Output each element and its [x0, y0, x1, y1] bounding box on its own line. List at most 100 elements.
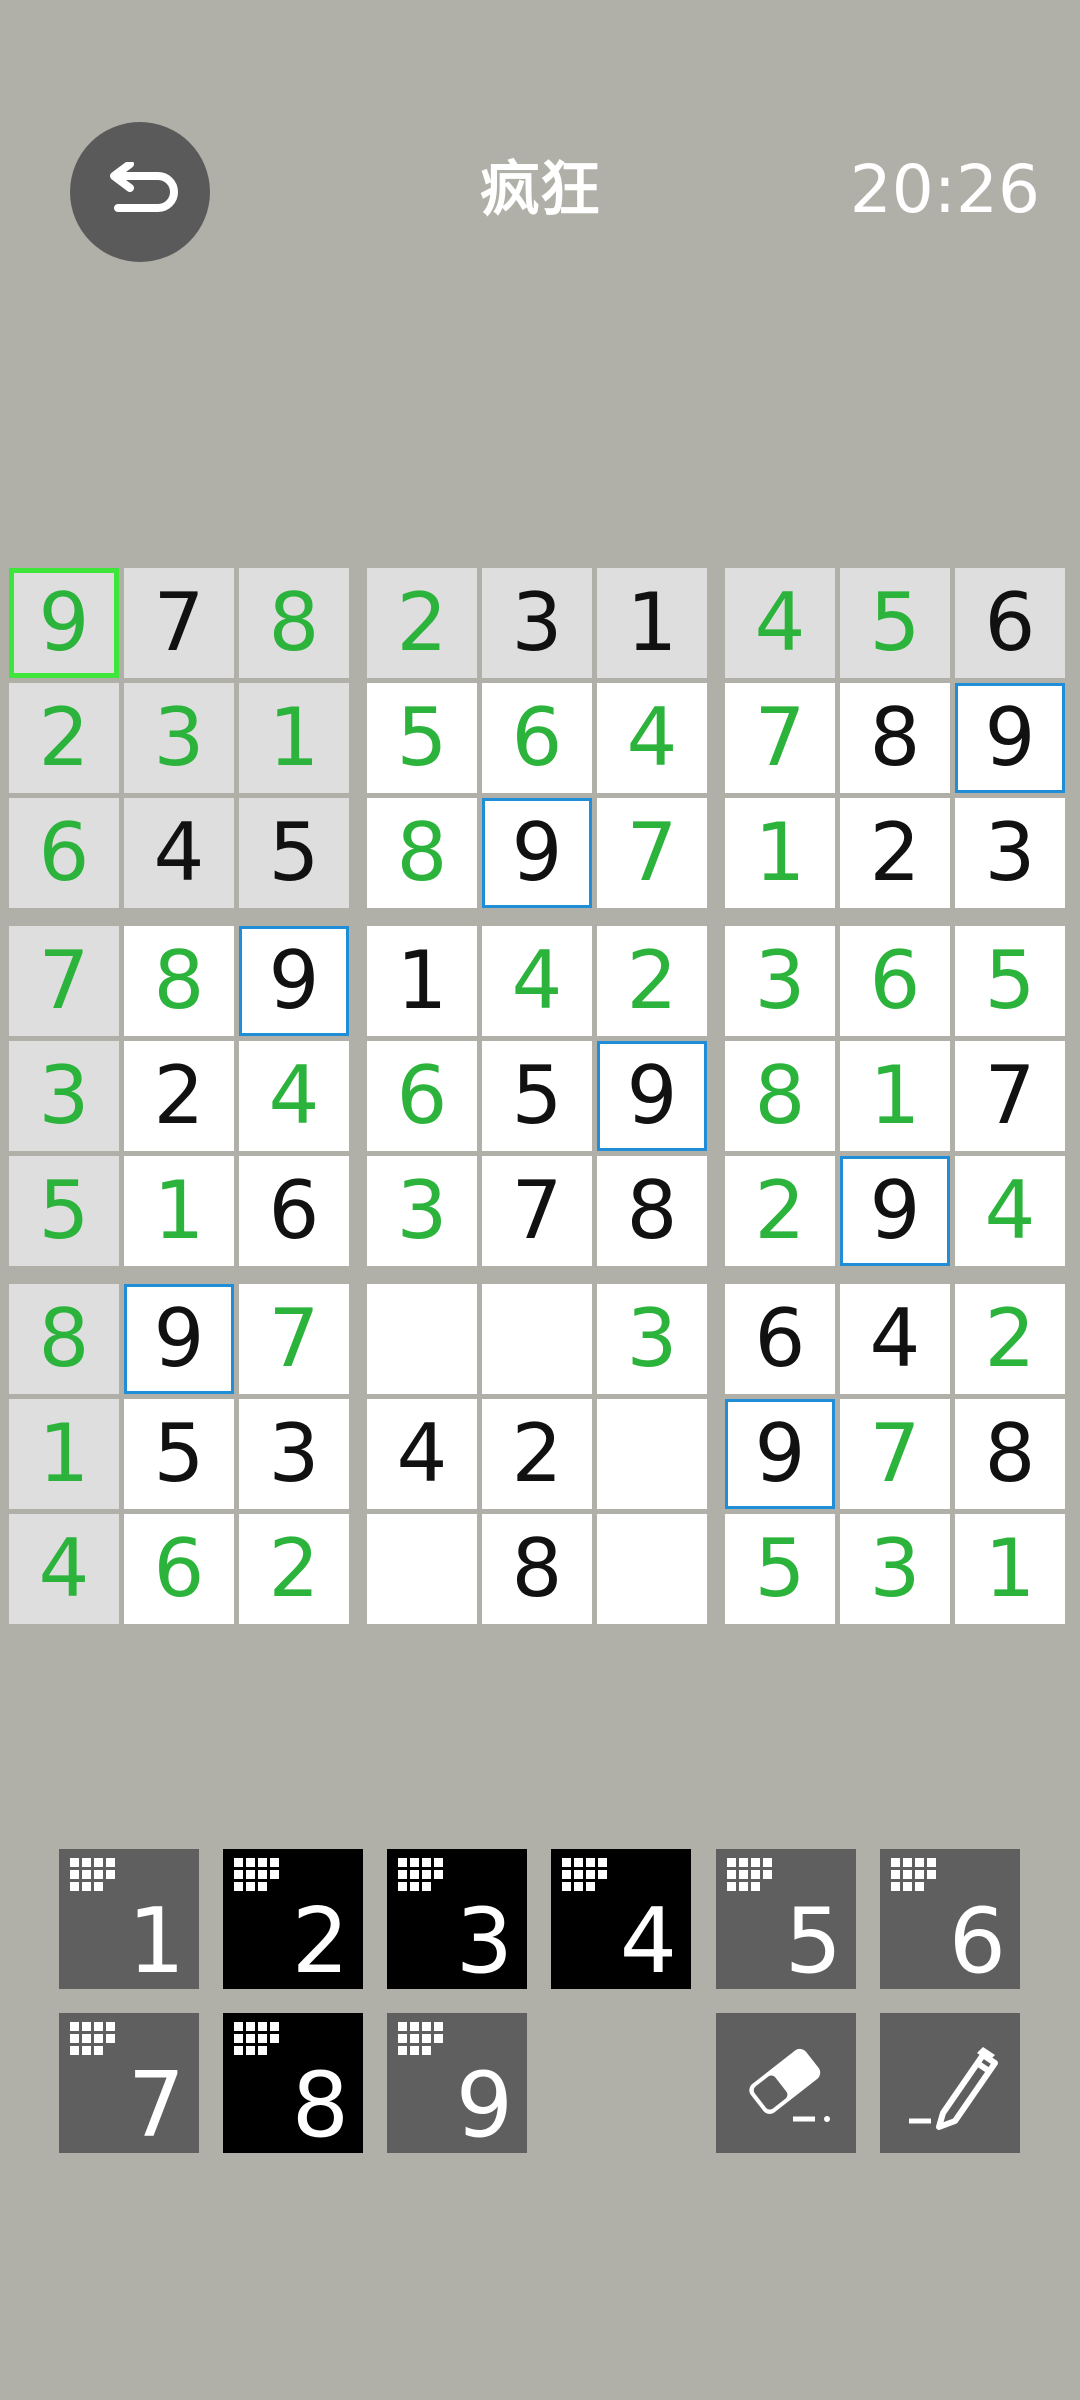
back-button[interactable]	[70, 122, 210, 262]
sudoku-cell-r2c6[interactable]: 4	[597, 683, 707, 793]
sudoku-cell-r1c9[interactable]: 6	[955, 568, 1065, 678]
sudoku-cell-r5c3[interactable]: 4	[239, 1041, 349, 1151]
sudoku-cell-r7c9[interactable]: 2	[955, 1284, 1065, 1394]
number-key-label: 4	[619, 1889, 677, 1994]
sudoku-cell-r1c8[interactable]: 5	[840, 568, 950, 678]
sudoku-cell-r8c9[interactable]: 8	[955, 1399, 1065, 1509]
sudoku-cell-r3c5[interactable]: 9	[482, 798, 592, 908]
sudoku-cell-r3c4[interactable]: 8	[367, 798, 477, 908]
eraser-button[interactable]	[716, 2013, 856, 2153]
sudoku-cell-r5c1[interactable]: 3	[9, 1041, 119, 1151]
pencil-notes-button[interactable]	[880, 2013, 1020, 2153]
sudoku-cell-r9c6[interactable]	[597, 1514, 707, 1624]
sudoku-cell-r5c2[interactable]: 2	[124, 1041, 234, 1151]
sudoku-cell-r1c7[interactable]: 4	[725, 568, 835, 678]
sudoku-cell-r8c1[interactable]: 1	[9, 1399, 119, 1509]
sudoku-cell-r9c4[interactable]	[367, 1514, 477, 1624]
sudoku-cell-r4c3[interactable]: 9	[239, 926, 349, 1036]
sudoku-cell-r6c6[interactable]: 8	[597, 1156, 707, 1266]
sudoku-cell-r7c6[interactable]: 3	[597, 1284, 707, 1394]
sudoku-cell-r7c3[interactable]: 7	[239, 1284, 349, 1394]
sudoku-cell-r5c5[interactable]: 5	[482, 1041, 592, 1151]
sudoku-cell-r4c4[interactable]: 1	[367, 926, 477, 1036]
sudoku-cell-r8c4[interactable]: 4	[367, 1399, 477, 1509]
sudoku-cell-r4c1[interactable]: 7	[9, 926, 119, 1036]
sudoku-cell-r3c1[interactable]: 6	[9, 798, 119, 908]
sudoku-cell-r9c9[interactable]: 1	[955, 1514, 1065, 1624]
sudoku-cell-r9c3[interactable]: 2	[239, 1514, 349, 1624]
sudoku-cell-r6c9[interactable]: 4	[955, 1156, 1065, 1266]
sudoku-cell-r4c9[interactable]: 5	[955, 926, 1065, 1036]
sudoku-cell-r3c3[interactable]: 5	[239, 798, 349, 908]
sudoku-cell-r2c5[interactable]: 6	[482, 683, 592, 793]
sudoku-cell-r6c1[interactable]: 5	[9, 1156, 119, 1266]
sudoku-cell-r5c9[interactable]: 7	[955, 1041, 1065, 1151]
number-key-1[interactable]: 1	[59, 1849, 199, 1989]
sudoku-cell-r3c9[interactable]: 3	[955, 798, 1065, 908]
number-key-2[interactable]: 2	[223, 1849, 363, 1989]
sudoku-cell-r2c8[interactable]: 8	[840, 683, 950, 793]
number-key-5[interactable]: 5	[716, 1849, 856, 1989]
number-key-label: 3	[455, 1889, 513, 1994]
sudoku-cell-r7c7[interactable]: 6	[725, 1284, 835, 1394]
sudoku-cell-r8c3[interactable]: 3	[239, 1399, 349, 1509]
sudoku-cell-r9c1[interactable]: 4	[9, 1514, 119, 1624]
sudoku-cell-r1c6[interactable]: 1	[597, 568, 707, 678]
sudoku-cell-r6c5[interactable]: 7	[482, 1156, 592, 1266]
sudoku-cell-r6c2[interactable]: 1	[124, 1156, 234, 1266]
sudoku-cell-r2c3[interactable]: 1	[239, 683, 349, 793]
sudoku-cell-r4c7[interactable]: 3	[725, 926, 835, 1036]
sudoku-cell-r1c1[interactable]: 9	[9, 568, 119, 678]
sudoku-cell-r9c2[interactable]: 6	[124, 1514, 234, 1624]
sudoku-cell-r4c5[interactable]: 4	[482, 926, 592, 1036]
sudoku-cell-r6c4[interactable]: 3	[367, 1156, 477, 1266]
sudoku-cell-r3c7[interactable]: 1	[725, 798, 835, 908]
sudoku-cell-r5c7[interactable]: 8	[725, 1041, 835, 1151]
sudoku-cell-r4c6[interactable]: 2	[597, 926, 707, 1036]
sudoku-cell-r9c7[interactable]: 5	[725, 1514, 835, 1624]
sudoku-cell-r7c8[interactable]: 4	[840, 1284, 950, 1394]
sudoku-cell-r7c1[interactable]: 8	[9, 1284, 119, 1394]
sudoku-cell-r2c1[interactable]: 2	[9, 683, 119, 793]
sudoku-cell-r6c3[interactable]: 6	[239, 1156, 349, 1266]
sudoku-cell-r2c7[interactable]: 7	[725, 683, 835, 793]
sudoku-cell-r5c8[interactable]: 1	[840, 1041, 950, 1151]
sudoku-board: 9782314562315647896458971237891423653246…	[9, 568, 1073, 1632]
number-key-7[interactable]: 7	[59, 2013, 199, 2153]
sudoku-cell-r7c4[interactable]	[367, 1284, 477, 1394]
undo-arrow-icon	[110, 162, 178, 212]
sudoku-cell-r6c7[interactable]: 2	[725, 1156, 835, 1266]
sudoku-cell-r8c7[interactable]: 9	[725, 1399, 835, 1509]
sudoku-cell-r8c6[interactable]	[597, 1399, 707, 1509]
sudoku-cell-r8c8[interactable]: 7	[840, 1399, 950, 1509]
sudoku-cell-r5c4[interactable]: 6	[367, 1041, 477, 1151]
sudoku-cell-r3c2[interactable]: 4	[124, 798, 234, 908]
sudoku-cell-r8c5[interactable]: 2	[482, 1399, 592, 1509]
sudoku-cell-r5c6[interactable]: 9	[597, 1041, 707, 1151]
sudoku-cell-r8c2[interactable]: 5	[124, 1399, 234, 1509]
sudoku-cell-r9c8[interactable]: 3	[840, 1514, 950, 1624]
sudoku-cell-r7c2[interactable]: 9	[124, 1284, 234, 1394]
sudoku-cell-r1c2[interactable]: 7	[124, 568, 234, 678]
number-key-6[interactable]: 6	[880, 1849, 1020, 1989]
sudoku-cell-r1c4[interactable]: 2	[367, 568, 477, 678]
game-timer: 20:26	[849, 151, 1040, 228]
number-key-3[interactable]: 3	[387, 1849, 527, 1989]
sudoku-cell-r1c5[interactable]: 3	[482, 568, 592, 678]
sudoku-cell-r2c9[interactable]: 9	[955, 683, 1065, 793]
number-key-8[interactable]: 8	[223, 2013, 363, 2153]
number-key-4[interactable]: 4	[551, 1849, 691, 1989]
notes-grid-icon	[398, 1858, 443, 1891]
sudoku-cell-r4c2[interactable]: 8	[124, 926, 234, 1036]
sudoku-cell-r3c8[interactable]: 2	[840, 798, 950, 908]
sudoku-cell-r2c2[interactable]: 3	[124, 683, 234, 793]
sudoku-cell-r2c4[interactable]: 5	[367, 683, 477, 793]
sudoku-cell-r1c3[interactable]: 8	[239, 568, 349, 678]
number-key-9[interactable]: 9	[387, 2013, 527, 2153]
sudoku-cell-r9c5[interactable]: 8	[482, 1514, 592, 1624]
sudoku-cell-r7c5[interactable]	[482, 1284, 592, 1394]
sudoku-cell-r3c6[interactable]: 7	[597, 798, 707, 908]
number-key-label: 5	[784, 1889, 842, 1994]
sudoku-cell-r4c8[interactable]: 6	[840, 926, 950, 1036]
sudoku-cell-r6c8[interactable]: 9	[840, 1156, 950, 1266]
